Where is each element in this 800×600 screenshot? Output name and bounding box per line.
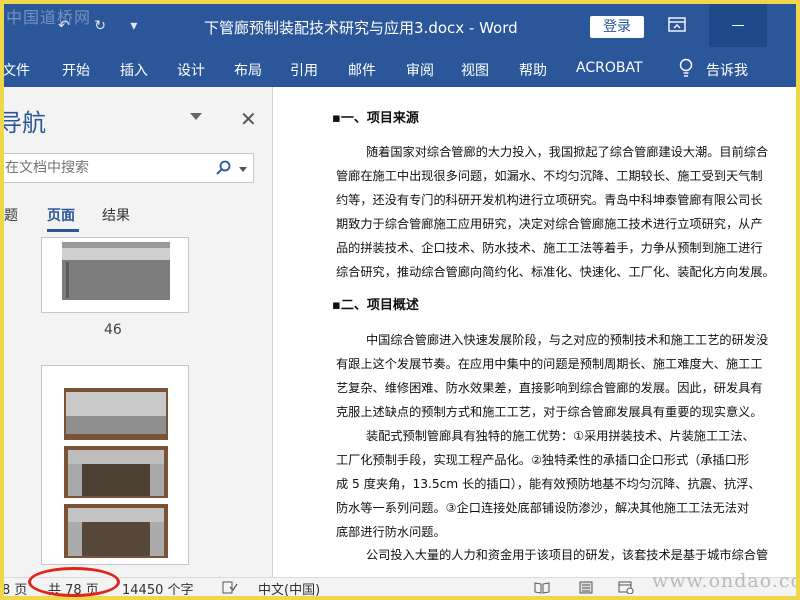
page-thumbnail[interactable] xyxy=(41,237,189,313)
nav-options-chevron-icon[interactable] xyxy=(190,113,202,120)
ribbon-display-options-icon[interactable] xyxy=(664,14,690,36)
tab-home[interactable]: 开始 xyxy=(62,60,90,80)
current-page[interactable]: 8 页 xyxy=(4,579,27,596)
text-line: 期致力于综合管廊施工应用研究，决定对综合管廊施工技术进行立项研究，从产 xyxy=(336,217,763,231)
close-icon[interactable]: ✕ xyxy=(240,107,257,131)
thumbnail-photo xyxy=(64,446,168,498)
search-options-chevron-icon[interactable] xyxy=(239,167,247,172)
navigation-pane: 导航 ✕ 题 页面 结果 46 xyxy=(4,87,273,577)
print-layout-icon[interactable] xyxy=(578,581,594,594)
text-line: 防水等一系列问题。③企口连接处底部铺设防渗沙，解决其他施工工法无法对 xyxy=(336,501,750,515)
tab-acrobat[interactable]: ACROBAT xyxy=(576,60,643,76)
text-line: 有跟上这个发展节奏。在应用中集中的问题是预制周期长、施工难度大、施工工 xyxy=(336,357,763,371)
thumbnail-photo xyxy=(64,388,168,440)
text-line: 综合研究，推动综合管廊向简约化、标准化、快速化、工厂化、装配化方向发展。 xyxy=(336,265,775,279)
language-indicator[interactable]: 中文(中国) xyxy=(258,579,320,596)
watermark-bottom: www.ondao.com xyxy=(652,570,796,592)
annotation-circle xyxy=(28,567,120,597)
nav-pane-title: 导航 xyxy=(4,109,46,137)
document-title: 下管廊预制装配技术研究与应用3.docx - Word xyxy=(204,19,518,37)
title-bar: 中国道桥网 ↶ ↻ ▾ 下管廊预制装配技术研究与应用3.docx - Word … xyxy=(4,4,796,47)
thumbnail-photo xyxy=(64,504,168,558)
text-line: 工厂化预制手段，实现工程产品化。②独特柔性的承插口企口形式（承插口形 xyxy=(336,453,750,467)
page-thumbnail[interactable] xyxy=(41,365,189,565)
minimize-button[interactable] xyxy=(709,4,767,47)
proofing-icon[interactable] xyxy=(222,581,238,594)
text-line: 中国综合管廊进入快速发展阶段，与之对应的预制技术和施工工艺的研发没 xyxy=(366,333,769,347)
tab-layout[interactable]: 布局 xyxy=(234,60,262,80)
text-line: 公司投入大量的人力和资金用于该项目的研发，该套技术是基于城市综合管 xyxy=(366,548,769,562)
tab-insert[interactable]: 插入 xyxy=(120,60,148,80)
text-line: 装配式预制管廊具有独特的施工优势：①采用拼装技术、片装施工工法、 xyxy=(366,429,755,443)
tab-view[interactable]: 视图 xyxy=(461,60,489,80)
text-line: 艺复杂、维修困难、防水效果差，直接影响到综合管廊的发展。因此，研发具有 xyxy=(336,381,763,395)
redo-icon[interactable]: ↻ xyxy=(94,18,106,34)
ribbon-tabs: 文件 开始 插入 设计 布局 引用 邮件 审阅 视图 帮助 ACROBAT 告诉… xyxy=(4,47,796,87)
text-line: 管廊在施工中出现很多问题，如漏水、不均匀沉降、工期较长、施工受到天气制 xyxy=(336,169,763,183)
word-count[interactable]: 14450 个字 xyxy=(122,579,194,596)
document-page[interactable]: ▪一、项目来源 随着国家对综合管廊的大力投入，我国掀起了综合管廊建设大潮。目前综… xyxy=(274,87,796,577)
text-line: 克服上述缺点的预制方式和施工工艺，对于综合管廊发展具有重要的现实意义。 xyxy=(336,405,763,419)
login-button[interactable]: 登录 xyxy=(590,16,644,38)
tab-help[interactable]: 帮助 xyxy=(519,60,547,80)
search-icon[interactable] xyxy=(215,160,231,176)
thumbnail-photo xyxy=(62,242,170,300)
search-input[interactable] xyxy=(5,160,205,176)
web-layout-icon[interactable] xyxy=(618,581,634,594)
tab-results[interactable]: 结果 xyxy=(102,205,130,225)
read-mode-icon[interactable] xyxy=(534,581,550,594)
tab-review[interactable]: 审阅 xyxy=(406,60,434,80)
tab-headings[interactable]: 题 xyxy=(4,205,18,225)
text-line: 成 5 度夹角，13.5cm 长的插口），能有效预防地基不均匀沉降、抗震、抗浮、 xyxy=(336,477,761,491)
text-line: 品的拼装技术、企口技术、防水技术、施工工法等着手，力争从预制到施工进行 xyxy=(336,241,763,255)
lightbulb-icon[interactable] xyxy=(678,58,694,78)
tab-tell-me[interactable]: 告诉我 xyxy=(706,60,748,80)
tab-pages[interactable]: 页面 xyxy=(47,205,75,225)
nav-search-box[interactable] xyxy=(4,153,254,183)
undo-icon[interactable]: ↶ xyxy=(58,18,70,34)
tab-references[interactable]: 引用 xyxy=(290,60,318,80)
tab-mailings[interactable]: 邮件 xyxy=(348,60,376,80)
active-tab-indicator xyxy=(47,229,79,232)
word-window: 中国道桥网 ↶ ↻ ▾ 下管廊预制装配技术研究与应用3.docx - Word … xyxy=(4,4,796,596)
customize-qat-icon[interactable]: ▾ xyxy=(130,18,137,34)
tab-design[interactable]: 设计 xyxy=(177,60,205,80)
thumbnail-page-number: 46 xyxy=(104,322,122,338)
text-line: 底部进行防水问题。 xyxy=(336,525,446,539)
text-line: 约等，还没有专门的科研开发机构进行立项研究。青岛中科坤泰管廊有限公司长 xyxy=(336,193,763,207)
text-line: 随着国家对综合管廊的大力投入，我国掀起了综合管廊建设大潮。目前综合 xyxy=(366,145,769,159)
tab-file[interactable]: 文件 xyxy=(4,60,30,80)
heading-2: ▪二、项目概述 xyxy=(332,298,419,313)
heading-1: ▪一、项目来源 xyxy=(332,111,419,126)
quick-access-toolbar: ↶ ↻ ▾ xyxy=(58,18,157,34)
